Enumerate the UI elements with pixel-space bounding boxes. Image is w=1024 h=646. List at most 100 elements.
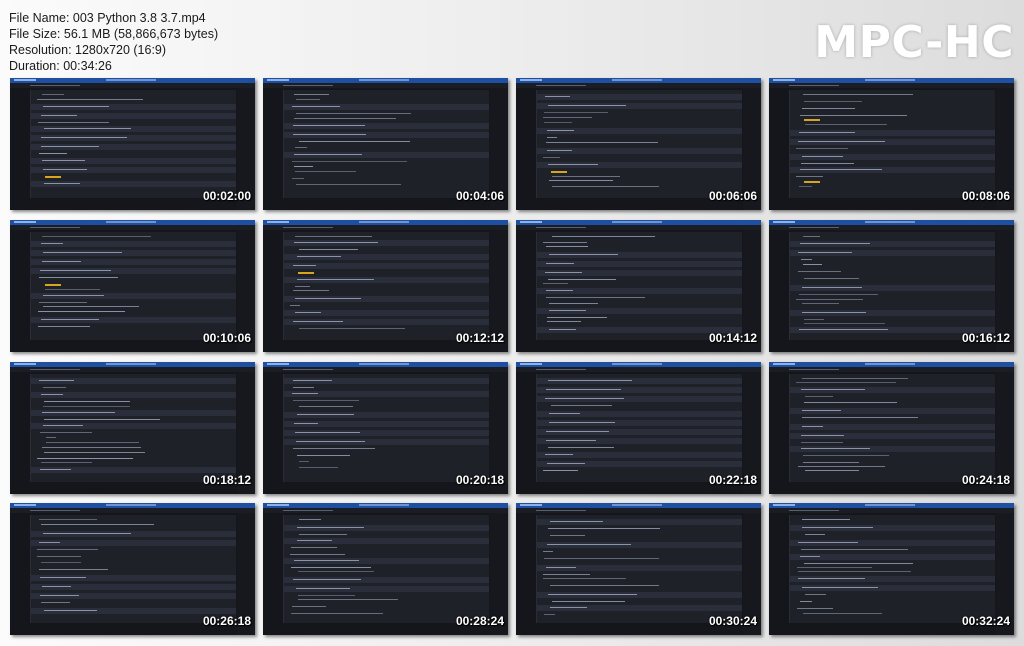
code-line xyxy=(545,96,570,97)
code-line xyxy=(43,252,122,253)
code-cell xyxy=(790,525,995,531)
code-line xyxy=(292,393,318,394)
code-line xyxy=(549,254,618,255)
video-thumbnail[interactable]: 00:22:18 xyxy=(516,362,761,494)
code-line xyxy=(548,279,616,280)
code-line xyxy=(37,549,98,550)
code-line xyxy=(296,184,401,185)
notebook-editor-preview xyxy=(536,90,742,198)
code-cell xyxy=(284,391,489,397)
code-line xyxy=(799,186,812,187)
code-line xyxy=(546,440,596,441)
video-thumbnail[interactable]: 00:02:00 xyxy=(10,78,255,210)
code-line xyxy=(546,389,621,390)
code-line xyxy=(552,236,655,237)
thumbnail-timestamp: 00:14:12 xyxy=(708,331,757,345)
video-thumbnail[interactable]: 00:30:24 xyxy=(516,503,761,635)
video-thumbnail[interactable]: 00:06:06 xyxy=(516,78,761,210)
code-line xyxy=(43,406,130,407)
titlebar-tabs xyxy=(520,79,542,81)
video-thumbnail[interactable]: 00:12:12 xyxy=(263,220,508,352)
code-cell xyxy=(31,531,236,537)
video-thumbnail[interactable]: 00:08:06 xyxy=(769,78,1014,210)
video-thumbnail[interactable]: 00:04:06 xyxy=(263,78,508,210)
video-thumbnail[interactable]: 00:16:12 xyxy=(769,220,1014,352)
video-thumbnail[interactable]: 00:32:24 xyxy=(769,503,1014,635)
code-line xyxy=(798,571,911,572)
code-cell xyxy=(790,540,995,546)
code-line xyxy=(295,236,372,237)
code-cell xyxy=(31,410,236,416)
thumbnail-timestamp: 00:20:18 xyxy=(455,473,504,487)
code-line xyxy=(798,252,852,253)
code-line xyxy=(295,171,356,172)
code-line xyxy=(803,264,822,265)
video-thumbnail[interactable]: 00:10:06 xyxy=(10,220,255,352)
code-cell xyxy=(537,565,742,571)
code-line xyxy=(547,317,607,318)
thumbnail-menubar xyxy=(769,367,1014,372)
code-line xyxy=(41,319,99,320)
code-line xyxy=(41,146,99,147)
thumbnail-menubar xyxy=(516,367,761,372)
code-line xyxy=(44,610,97,611)
code-line xyxy=(299,328,405,329)
code-line xyxy=(803,94,913,95)
code-line xyxy=(41,137,127,138)
video-thumbnail[interactable]: 00:28:24 xyxy=(263,503,508,635)
titlebar-title xyxy=(612,363,662,365)
titlebar-tabs xyxy=(14,363,36,365)
code-line xyxy=(549,422,615,423)
titlebar-tabs xyxy=(14,504,36,506)
video-thumbnail[interactable]: 00:24:18 xyxy=(769,362,1014,494)
code-line xyxy=(291,547,337,548)
code-line xyxy=(40,595,79,596)
code-line xyxy=(39,302,87,303)
code-line xyxy=(805,594,826,595)
code-line xyxy=(801,163,854,164)
code-line xyxy=(293,134,366,135)
code-line xyxy=(43,169,87,170)
code-line xyxy=(800,169,882,170)
titlebar-tabs xyxy=(773,79,795,81)
code-cell xyxy=(31,575,236,581)
code-line xyxy=(800,556,820,557)
code-line xyxy=(798,578,865,579)
code-line xyxy=(40,469,71,470)
notebook-editor-preview xyxy=(30,232,236,340)
code-line xyxy=(545,454,573,455)
video-thumbnail[interactable]: 00:20:18 xyxy=(263,362,508,494)
code-line xyxy=(543,242,587,243)
code-line xyxy=(43,106,109,107)
code-cell xyxy=(31,144,236,150)
titlebar-tabs xyxy=(520,363,542,365)
code-line xyxy=(299,461,309,462)
code-line xyxy=(547,544,631,545)
code-line xyxy=(546,290,573,291)
code-cell xyxy=(790,154,995,160)
code-line xyxy=(804,402,897,403)
thumbnail-menubar xyxy=(10,367,255,372)
video-thumbnail[interactable]: 00:18:12 xyxy=(10,362,255,494)
code-line xyxy=(803,455,889,456)
code-line xyxy=(804,101,862,102)
code-line xyxy=(803,462,859,463)
notebook-editor-preview xyxy=(536,232,742,340)
video-thumbnail[interactable]: 00:26:18 xyxy=(10,503,255,635)
code-line xyxy=(802,156,843,157)
video-thumbnail[interactable]: 00:14:12 xyxy=(516,220,761,352)
code-cell xyxy=(284,254,489,260)
code-line xyxy=(293,380,332,381)
code-cell xyxy=(790,433,995,439)
code-line xyxy=(804,563,913,564)
thumbnail-menubar xyxy=(263,83,508,88)
code-line xyxy=(801,435,844,436)
code-line xyxy=(44,128,131,129)
titlebar-title xyxy=(612,79,662,81)
code-line xyxy=(547,321,581,322)
code-cell xyxy=(31,135,236,141)
code-line xyxy=(42,447,141,448)
code-line xyxy=(41,562,81,563)
code-cell xyxy=(284,152,489,158)
code-cell xyxy=(790,387,995,393)
